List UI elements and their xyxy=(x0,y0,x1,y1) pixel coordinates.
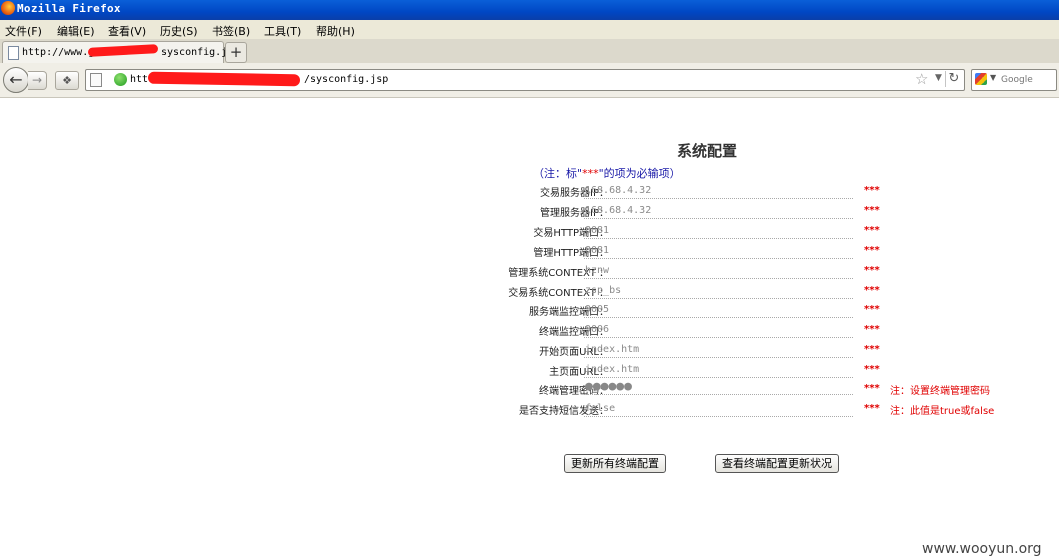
navigation-bar: ← → ❖ htt /sysconfig.jsp ☆ ▼ ↻ ▼ xyxy=(0,63,1059,98)
redaction-mark xyxy=(147,71,301,87)
bookmark-star-icon[interactable]: ☆ xyxy=(915,70,928,88)
back-arrow-icon: ← xyxy=(9,70,23,89)
new-tab-button[interactable]: + xyxy=(225,42,247,63)
form-row-admin-context: 管理系统CONTEXT ： *** xyxy=(430,262,1059,282)
trade-http-port-field[interactable] xyxy=(584,223,853,239)
page-icon xyxy=(8,46,19,60)
reload-icon[interactable]: ↻ xyxy=(945,71,962,87)
required-mark: *** xyxy=(864,265,880,276)
puzzle-icon: ❖ xyxy=(62,74,72,87)
required-mark: *** xyxy=(864,304,880,315)
url-bar[interactable]: htt /sysconfig.jsp ☆ ▼ ↻ xyxy=(85,69,965,91)
required-mark: *** xyxy=(864,403,880,414)
required-mark: *** xyxy=(864,364,880,375)
chevron-down-icon[interactable]: ▼ xyxy=(990,73,996,82)
note-prefix: （注：标" xyxy=(533,167,583,180)
required-mark: *** xyxy=(864,344,880,355)
form-row-admin-http-port: 管理HTTP端口： *** xyxy=(430,242,1059,262)
firefox-icon xyxy=(1,1,15,15)
start-page-url-field[interactable] xyxy=(584,342,853,358)
admin-context-field[interactable] xyxy=(584,263,853,279)
required-mark: *** xyxy=(864,383,880,394)
form-row-terminal-password: 终端管理密码： *** 注：设置终端管理密码 xyxy=(430,379,1059,400)
form-row-trade-server-ip: 交易服务器IP： *** xyxy=(430,182,1059,202)
trade-context-field[interactable] xyxy=(584,283,853,299)
main-page-url-field[interactable] xyxy=(584,362,853,378)
url-text-prefix: htt xyxy=(130,74,149,85)
form-row-trade-context: 交易系统CONTEXT ： *** xyxy=(430,282,1059,302)
admin-http-port-field[interactable] xyxy=(584,243,853,259)
menu-help[interactable]: 帮助(H) xyxy=(316,23,355,39)
required-mark: *** xyxy=(864,245,880,256)
menu-tools[interactable]: 工具(T) xyxy=(264,23,301,39)
search-input[interactable] xyxy=(1001,73,1053,86)
form-row-sms-support: 是否支持短信发送： *** 注：此值是true或false xyxy=(430,400,1059,420)
form-row-start-page-url: 开始页面URL： *** xyxy=(430,341,1059,361)
menu-view[interactable]: 查看(V) xyxy=(108,23,146,39)
required-mark: *** xyxy=(864,225,880,236)
page-title: 系统配置 xyxy=(677,142,738,160)
form-row-main-page-url: 主页面URL： *** xyxy=(430,361,1059,381)
window-title: Mozilla Firefox xyxy=(17,2,121,15)
form-row-server-monitor-port: 服务端监控端口： *** xyxy=(430,301,1059,321)
menu-bar: 文件(F) 编辑(E) 查看(V) 历史(S) 书签(B) 工具(T) 帮助(H… xyxy=(0,20,1059,40)
tab-strip: http://www.gne sysconfig.jsp + xyxy=(0,39,1059,64)
field-hint: 注：此值是true或false xyxy=(890,406,995,417)
note-required-mark: *** xyxy=(582,167,599,180)
watermark: www.wooyun.org xyxy=(922,541,1042,557)
addon-button[interactable]: ❖ xyxy=(55,71,79,90)
trade-server-ip-field[interactable] xyxy=(584,183,853,199)
page-content: 系统配置 （注：标"***"的项为必输项） 交易服务器IP： *** 管理服务器… xyxy=(0,98,1059,560)
form-row-trade-http-port: 交易HTTP端口： *** xyxy=(430,222,1059,242)
note-suffix: "的项为必输项） xyxy=(598,167,681,180)
google-icon[interactable] xyxy=(975,73,987,85)
tab-sysconfig[interactable]: http://www.gne sysconfig.jsp xyxy=(2,41,239,64)
terminal-password-field[interactable] xyxy=(584,379,853,395)
view-update-status-button[interactable]: 查看终端配置更新状况 xyxy=(715,454,839,473)
back-button[interactable]: ← xyxy=(3,67,29,93)
required-note: （注：标"***"的项为必输项） xyxy=(533,165,681,181)
chevron-down-icon[interactable]: ▼ xyxy=(935,73,942,83)
menu-file[interactable]: 文件(F) xyxy=(5,23,42,39)
form-row-admin-server-ip: 管理服务器IP： *** xyxy=(430,202,1059,222)
site-identity-icon[interactable] xyxy=(114,73,127,86)
required-mark: *** xyxy=(864,324,880,335)
required-mark: *** xyxy=(864,285,880,296)
server-monitor-port-field[interactable] xyxy=(584,302,853,318)
search-bar[interactable]: ▼ xyxy=(971,69,1057,91)
menu-edit[interactable]: 编辑(E) xyxy=(57,23,95,39)
terminal-monitor-port-field[interactable] xyxy=(584,322,853,338)
sms-support-field[interactable] xyxy=(584,401,853,417)
field-hint: 注：设置终端管理密码 xyxy=(890,386,990,397)
menu-history[interactable]: 历史(S) xyxy=(160,23,198,39)
url-text-suffix: /sysconfig.jsp xyxy=(304,74,389,85)
required-mark: *** xyxy=(864,185,880,196)
menu-bookmarks[interactable]: 书签(B) xyxy=(212,23,250,39)
page-icon xyxy=(90,73,102,87)
forward-arrow-icon: → xyxy=(31,73,43,87)
forward-button[interactable]: → xyxy=(28,71,47,90)
update-all-terminals-button[interactable]: 更新所有终端配置 xyxy=(564,454,666,473)
admin-server-ip-field[interactable] xyxy=(584,203,853,219)
window-title-bar: Mozilla Firefox xyxy=(0,0,1059,20)
required-mark: *** xyxy=(864,205,880,216)
form-row-terminal-monitor-port: 终端监控端口： *** xyxy=(430,321,1059,341)
